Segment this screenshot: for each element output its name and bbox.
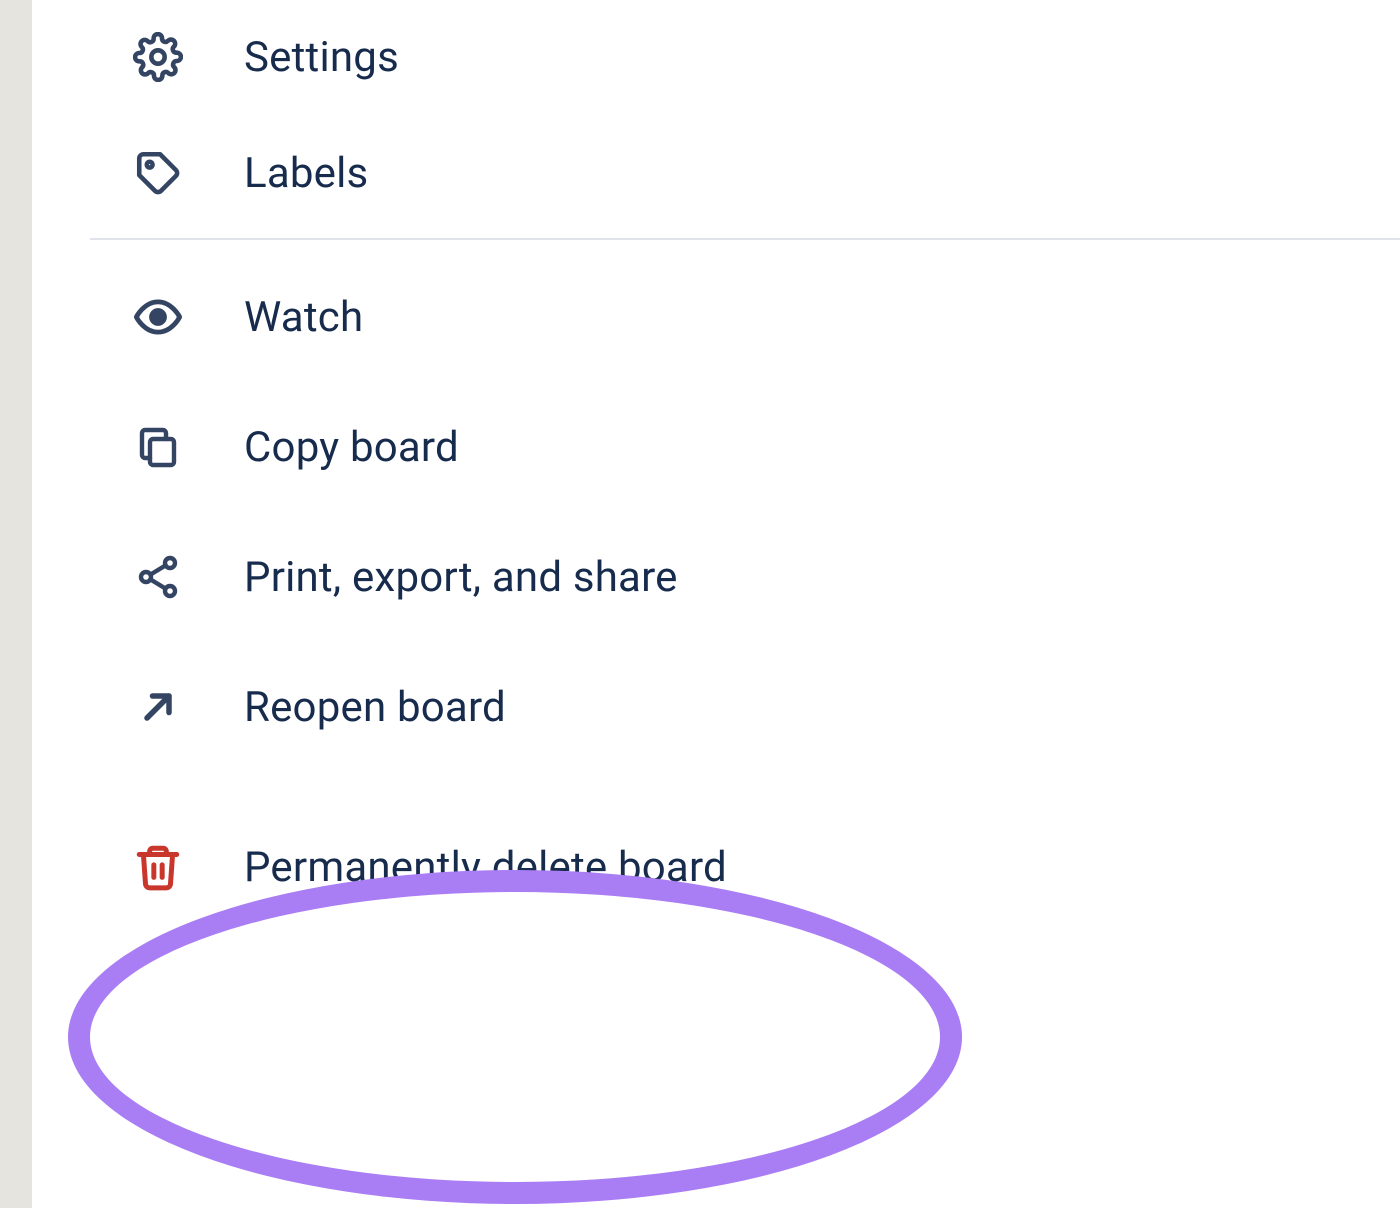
menu-item-reopen-board[interactable]: Reopen board (32, 642, 1400, 772)
menu-item-label: Watch (244, 293, 363, 342)
menu-item-label: Copy board (244, 423, 459, 472)
menu-item-label: Reopen board (244, 683, 506, 732)
share-icon (130, 549, 186, 605)
menu-item-delete-board[interactable]: Permanently delete board (32, 802, 1400, 932)
menu-item-label: Permanently delete board (244, 843, 727, 892)
copy-icon (130, 419, 186, 475)
menu-item-labels[interactable]: Labels (32, 108, 1400, 238)
menu-panel: Settings Labels Watch (32, 0, 1400, 1208)
menu-item-copy-board[interactable]: Copy board (32, 382, 1400, 512)
menu-item-label: Labels (244, 149, 368, 198)
tag-icon (130, 145, 186, 201)
arrow-up-right-icon (130, 679, 186, 735)
menu-item-label: Print, export, and share (244, 553, 678, 602)
menu-item-print-export-share[interactable]: Print, export, and share (32, 512, 1400, 642)
menu-item-settings[interactable]: Settings (32, 0, 1400, 108)
menu-item-watch[interactable]: Watch (32, 252, 1400, 382)
gear-icon (130, 29, 186, 85)
trash-icon (130, 839, 186, 895)
eye-icon (130, 289, 186, 345)
menu-item-label: Settings (244, 33, 399, 82)
